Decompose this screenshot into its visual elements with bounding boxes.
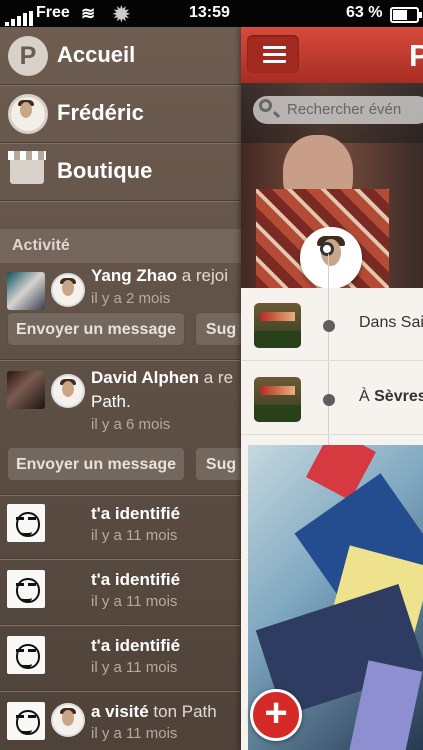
activity-time: il y a 2 mois [91,290,171,307]
activity-time: il y a 11 mois [91,593,178,610]
activity-title-continuation: Path. [91,392,131,411]
activity-title: t'a identifié [91,570,181,589]
activity-item[interactable]: t'a identifié il y a 11 mois [0,628,241,692]
divider [0,494,241,495]
activity-thumbnail [7,272,45,310]
activity-thumbnail [7,371,45,409]
path-logo-icon: P [8,36,48,76]
status-bar: Free ≋ ✹ 13:59 63 % [0,0,423,27]
search-input[interactable]: Rechercher évén [253,96,423,124]
drawn-face-thumbnail [7,636,45,674]
activity-item[interactable]: a visité ton Path il y a 11 mois [0,694,241,750]
drawn-face-thumbnail [7,504,45,542]
main-content: P Rechercher évén Dans Sai À Sèvres + [241,27,423,750]
timeline-event[interactable]: Dans Sai [241,290,423,361]
store-icon [8,151,46,184]
avatar [51,374,85,408]
path-logo: P [409,38,423,73]
activity-time: il y a 11 mois [91,527,178,544]
avatar [51,273,85,307]
timeline-dot [323,320,335,332]
side-menu: P Accueil Frédéric Boutique Activité Yan… [0,27,241,750]
send-message-button[interactable]: Envoyer un message [7,312,185,346]
menu-button[interactable] [247,35,299,73]
event-thumbnail [254,303,301,348]
clock-time: 13:59 [189,4,230,21]
wifi-icon: ≋ [81,4,96,23]
menu-item-profile[interactable]: Frédéric [0,85,241,143]
activity-title: t'a identifié [91,636,181,655]
activity-item[interactable]: t'a identifié il y a 11 mois [0,496,241,560]
event-text: Dans Sai [359,314,423,331]
top-bar: P [241,27,423,84]
avatar [51,703,85,737]
divider [0,359,241,360]
menu-item-label: Accueil [57,42,136,67]
profile-avatar [8,94,48,134]
activity-time: il y a 6 mois [91,416,171,433]
activity-title: David Alphen a re [91,368,234,387]
cover-photo: Rechercher évén [241,83,423,288]
divider [0,624,241,625]
divider [0,558,241,559]
suggest-button[interactable]: Sug [195,447,241,481]
menu-item-label: Frédéric [57,100,144,125]
drawn-face-thumbnail [7,570,45,608]
activity-title: t'a identifié [91,504,181,523]
divider [0,690,241,691]
suggest-button[interactable]: Sug [195,312,241,346]
activity-item[interactable]: t'a identifié il y a 11 mois [0,562,241,626]
section-header: Activité [0,229,241,263]
menu-item-store[interactable]: Boutique [0,143,241,201]
send-message-button[interactable]: Envoyer un message [7,447,185,481]
add-moment-button[interactable]: + [250,689,302,741]
activity-title: Yang Zhao a rejoi [91,266,229,285]
activity-title: a visité ton Path [91,702,217,721]
carrier-name: Free [36,4,70,21]
timeline-node [320,242,334,256]
signal-icon [5,8,35,26]
timeline-dot [323,394,335,406]
event-thumbnail [254,377,301,422]
activity-time: il y a 11 mois [91,659,178,676]
search-icon [259,99,272,112]
menu-item-home[interactable]: P Accueil [0,27,241,85]
activity-item[interactable]: David Alphen a re Path. il y a 6 mois En… [0,368,241,508]
menu-item-label: Boutique [57,158,153,183]
search-placeholder: Rechercher évén [287,101,402,118]
timeline-event[interactable]: À Sèvres [241,364,423,435]
event-text: À Sèvres [359,388,423,405]
battery-icon [390,7,422,23]
drawn-face-thumbnail [7,702,45,740]
activity-spinner-icon: ✹ [113,4,130,26]
battery-percent: 63 % [346,4,383,21]
activity-time: il y a 11 mois [91,725,178,742]
profile-avatar[interactable] [300,227,362,288]
